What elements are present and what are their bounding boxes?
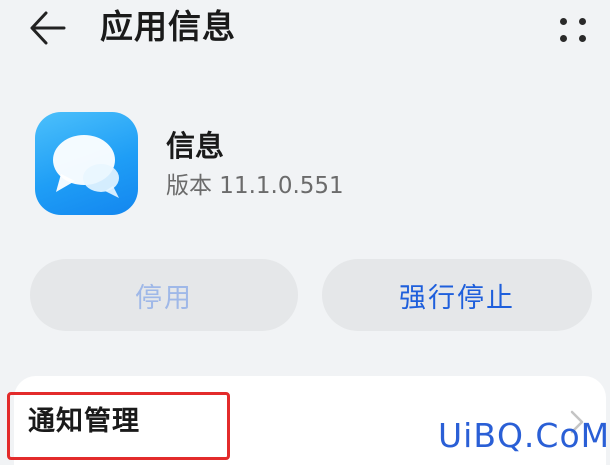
more-options-button[interactable] bbox=[548, 6, 596, 50]
back-button[interactable] bbox=[22, 6, 74, 50]
app-icon bbox=[35, 112, 138, 215]
app-name: 信息 bbox=[166, 129, 225, 163]
force-stop-button[interactable]: 强行停止 bbox=[322, 259, 592, 331]
disable-button[interactable]: 停用 bbox=[30, 259, 298, 331]
app-info-screen: 应用信息 信息 版本 11.1.0.551 停用 强行停止 通知管理 UiBQ.… bbox=[0, 0, 610, 465]
app-version: 版本 11.1.0.551 bbox=[166, 173, 344, 199]
watermark: UiBQ.CoM bbox=[438, 416, 610, 455]
arrow-left-icon bbox=[30, 11, 66, 45]
highlight-box bbox=[7, 392, 230, 460]
page-title: 应用信息 bbox=[100, 7, 236, 46]
messages-bubble-icon bbox=[53, 135, 119, 198]
